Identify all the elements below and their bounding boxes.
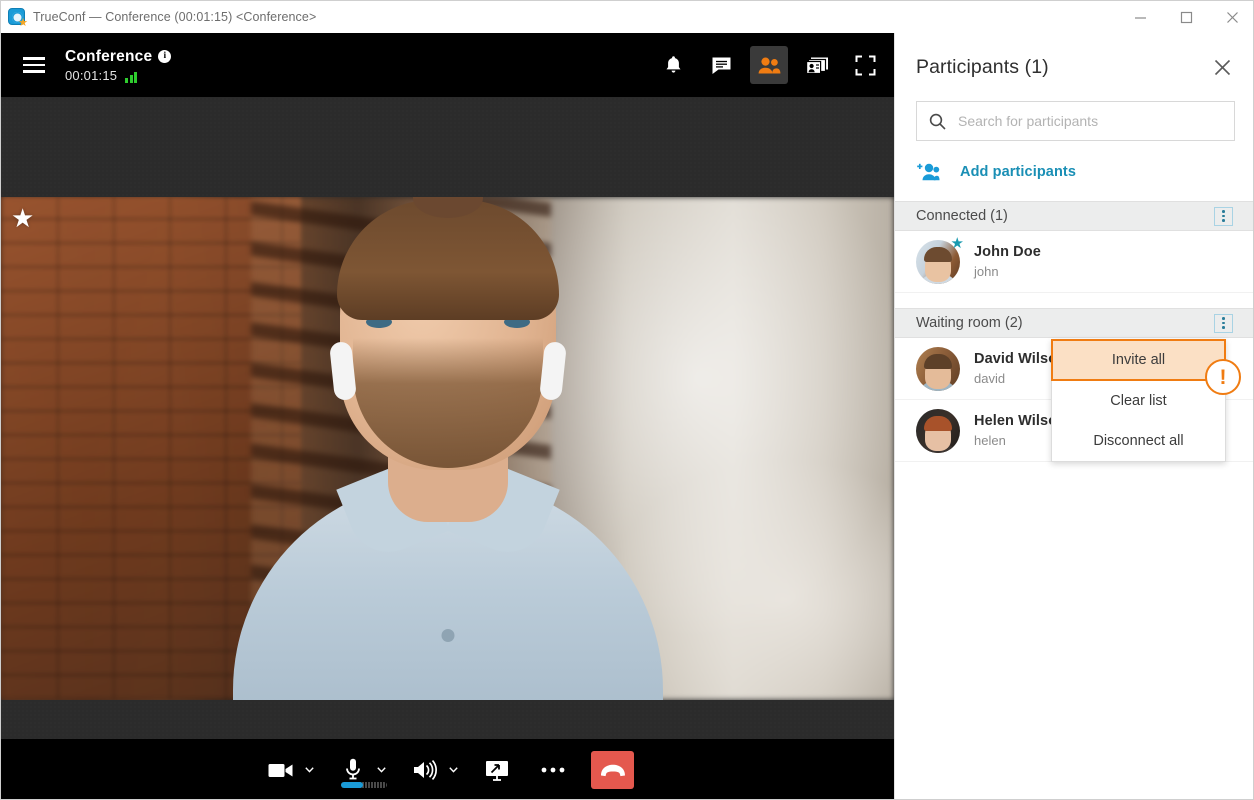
camera-control-group [261,750,317,790]
video-stage[interactable]: ★ [1,97,894,771]
menu-item-clear-list[interactable]: Clear list [1052,381,1225,421]
microphone-control-group [333,750,389,790]
close-button[interactable] [1209,1,1253,33]
video-column: Conference i 00:01:15 ★ [1,33,894,799]
add-participants-button[interactable]: Add participants [916,158,1253,186]
speaker-control-group [405,750,461,790]
kebab-menu-icon-waiting-room[interactable] [1214,313,1233,333]
participant-name: John Doe [974,244,1041,260]
search-icon [929,113,946,130]
app-window: ★ TrueConf — Conference (00:01:15) <Conf… [0,0,1254,800]
panel-header: Participants (1) [895,33,1253,101]
microphone-volume-fill [341,782,363,788]
participants-button[interactable] [750,46,788,84]
status-badge: ! [1205,359,1241,395]
avatar [916,408,960,453]
info-icon[interactable]: i [158,50,172,63]
notifications-button[interactable] [654,46,692,84]
window-controls [1117,1,1253,33]
menu-item-invite-all[interactable]: Invite all [1051,339,1226,381]
hamburger-menu-icon[interactable] [17,48,51,82]
video-person [232,197,663,700]
avatar: ★ [916,236,964,284]
camera-icon[interactable] [261,750,301,790]
star-icon[interactable]: ★ [11,205,34,231]
section-title-connected: Connected (1) [916,208,1008,224]
kebab-menu-icon-connected[interactable] [1214,206,1233,226]
list-item[interactable]: ★ John Doe john [895,231,1253,293]
waiting-room-context-menu: Invite all Clear list Disconnect all [1051,339,1226,462]
menu-item-disconnect-all[interactable]: Disconnect all [1052,421,1225,461]
conference-header-actions [654,33,884,97]
add-participants-label: Add participants [960,164,1076,180]
call-controls-toolbar [1,739,894,799]
more-dots-icon[interactable] [533,750,573,790]
chat-button[interactable] [702,46,740,84]
section-header-connected: Connected (1) [895,201,1253,231]
section-title-waiting-room: Waiting room (2) [916,315,1023,331]
conference-timer: 00:01:15 [65,67,118,83]
close-icon[interactable] [1209,54,1235,80]
section-header-waiting-room: Waiting room (2) [895,308,1253,338]
search-input[interactable] [958,102,1234,140]
title-bar: ★ TrueConf — Conference (00:01:15) <Conf… [1,1,1253,33]
star-icon: ★ [950,234,964,252]
avatar [916,346,960,391]
add-people-icon [916,163,942,181]
window-title: TrueConf — Conference (00:01:15) <Confer… [33,9,317,24]
fullscreen-icon[interactable] [846,46,884,84]
panel-title: Participants (1) [916,55,1049,78]
conference-header: Conference i 00:01:15 [1,33,894,97]
participant-video-frame[interactable] [1,197,894,700]
search-box[interactable] [916,101,1235,141]
speaker-chevron-down-icon[interactable] [445,750,461,790]
camera-chevron-down-icon[interactable] [301,750,317,790]
conference-title-block: Conference i 00:01:15 [65,47,172,83]
minimize-button[interactable] [1117,1,1163,33]
participant-login: john [974,264,999,279]
maximize-button[interactable] [1163,1,1209,33]
hangup-phone-icon[interactable] [591,751,634,789]
trueconf-logo-icon: ★ [8,7,28,28]
page-title: Conference [65,47,153,65]
microphone-volume-slider[interactable] [341,782,387,788]
video-layout-icon[interactable] [798,46,836,84]
speaker-icon[interactable] [405,750,445,790]
screen-share-icon[interactable] [477,750,517,790]
signal-strength-icon [125,71,138,83]
